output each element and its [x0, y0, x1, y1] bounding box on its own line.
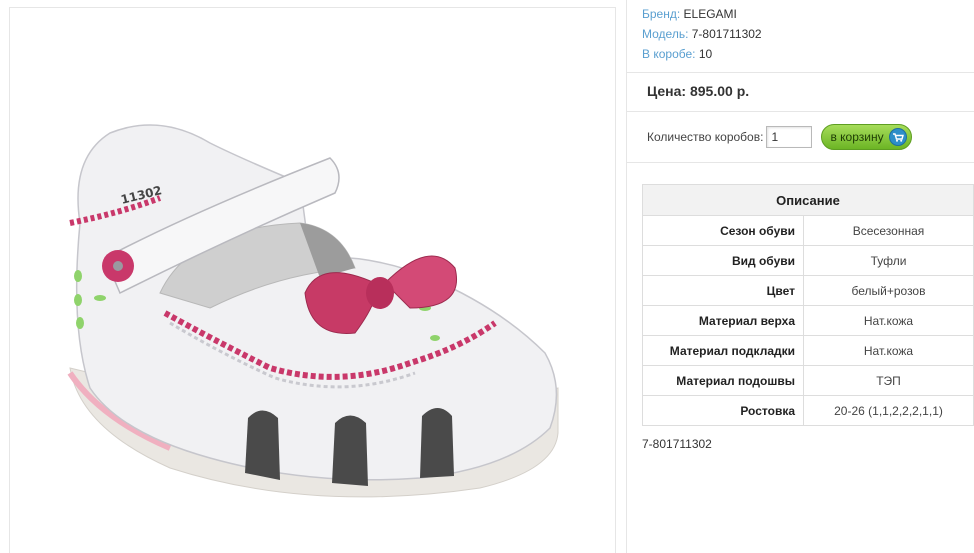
- table-row: Цвет белый+розов: [642, 275, 974, 306]
- table-row: Материал подошвы ТЭП: [642, 365, 974, 396]
- price: Цена: 895.00 р.: [647, 83, 750, 99]
- box-line: В коробе: 10: [642, 44, 762, 64]
- cart-icon: [888, 128, 907, 146]
- row-value: Всесезонная: [803, 215, 974, 246]
- description-table: Описание Сезон обуви Всесезонная Вид обу…: [642, 184, 974, 426]
- box-label: В коробе:: [642, 47, 696, 61]
- row-value: 20-26 (1,1,2,2,2,1,1): [803, 395, 974, 426]
- description-title: Описание: [642, 184, 974, 216]
- row-key: Сезон обуви: [642, 215, 804, 246]
- row-value: Нат.кожа: [803, 335, 974, 366]
- box-value: 10: [698, 47, 713, 61]
- add-to-cart-label: в корзину: [830, 130, 884, 144]
- model-label: Модель:: [642, 27, 689, 41]
- row-value: Туфли: [803, 245, 974, 276]
- divider: [627, 72, 974, 73]
- table-row: Материал подкладки Нат.кожа: [642, 335, 974, 366]
- brand-line: Бренд: ELEGAMI: [642, 4, 762, 24]
- column-divider: [626, 0, 627, 553]
- row-key: Вид обуви: [642, 245, 804, 276]
- row-key: Материал верха: [642, 305, 804, 336]
- quantity-label: Количество коробов:: [647, 130, 764, 144]
- row-key: Ростовка: [642, 395, 804, 426]
- model-value: 7-801711302: [691, 27, 762, 41]
- brand-label: Бренд:: [642, 7, 681, 21]
- row-value: Нат.кожа: [803, 305, 974, 336]
- table-row: Материал верха Нат.кожа: [642, 305, 974, 336]
- row-value: белый+розов: [803, 275, 974, 306]
- table-row: Ростовка 20-26 (1,1,2,2,2,1,1): [642, 395, 974, 426]
- row-key: Материал подошвы: [642, 365, 804, 396]
- product-meta: Бренд: ELEGAMI Модель: 7-801711302 В кор…: [642, 4, 762, 64]
- row-key: Материал подкладки: [642, 335, 804, 366]
- product-image: 11302: [67, 124, 559, 498]
- divider: [627, 162, 974, 163]
- product-image-frame[interactable]: 11302: [9, 7, 616, 553]
- table-row: Сезон обуви Всесезонная: [642, 215, 974, 246]
- row-key: Цвет: [642, 275, 804, 306]
- row-value: ТЭП: [803, 365, 974, 396]
- brand-value: ELEGAMI: [683, 7, 737, 21]
- order-form: Количество коробов: в корзину: [647, 124, 912, 150]
- add-to-cart-button[interactable]: в корзину: [821, 124, 912, 150]
- quantity-input[interactable]: [766, 126, 813, 148]
- table-row: Вид обуви Туфли: [642, 245, 974, 276]
- divider: [627, 111, 974, 112]
- model-line: Модель: 7-801711302: [642, 24, 762, 44]
- product-sku: 7-801711302: [642, 437, 712, 451]
